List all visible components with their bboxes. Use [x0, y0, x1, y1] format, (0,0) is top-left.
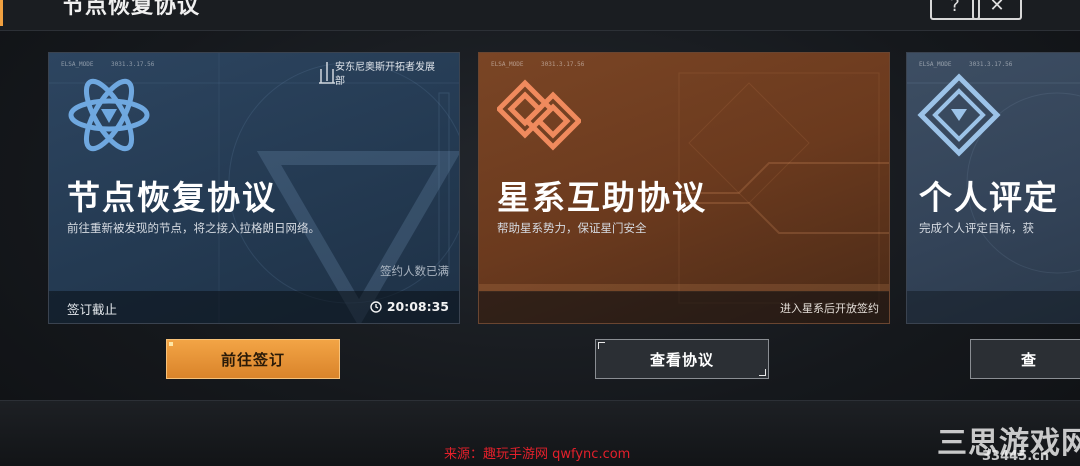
- card-description: 前往重新被发现的节点，将之接入拉格朗日网络。: [67, 221, 320, 235]
- view-protocol-button-partial[interactable]: 查: [970, 339, 1080, 379]
- card-code-label: ELSA_MODE: [919, 61, 952, 68]
- site-url-watermark: 33445.cn: [982, 449, 1050, 464]
- card-title: 节点恢复协议: [67, 178, 277, 217]
- countdown-timer: 20:08:35: [386, 299, 449, 314]
- card-code-label: 3031.3.17.56: [111, 61, 155, 68]
- deadline-label: 签订截止: [67, 302, 118, 317]
- protocol-card-galaxy-mutual-aid[interactable]: ELSA_MODE 3031.3.17.56 星系互助协议 帮助星系势力，保证星…: [478, 52, 890, 324]
- card-code-label: 3031.3.17.56: [541, 61, 585, 68]
- protocol-card-personal-assessment[interactable]: ELSA_MODE 3031.3.17.56 个人评定 完成个人评定目标，获: [906, 52, 1080, 324]
- source-watermark: 来源：趣玩手游网 qwfync.com: [444, 447, 631, 462]
- page-title: 节点恢复协议: [62, 0, 201, 19]
- top-bar: 节点恢复协议 ? ✕: [0, 0, 1080, 31]
- countdown: 20:08:35: [370, 299, 449, 314]
- view-protocol-button-label: 查看协议: [649, 350, 714, 369]
- card-footer: 进入星系后开放签约: [479, 291, 889, 323]
- button-corner-dot: [169, 342, 173, 346]
- go-sign-button-label: 前往签订: [220, 350, 285, 369]
- go-sign-button[interactable]: 前往签订: [166, 339, 340, 379]
- help-icon: ?: [950, 0, 960, 16]
- card-title: 星系互助协议: [497, 178, 707, 217]
- button-corner-mark: [759, 369, 766, 376]
- card-footer: [907, 291, 1080, 323]
- card-description: 完成个人评定目标，获: [919, 221, 1034, 235]
- title-accent-bar: [0, 0, 15, 26]
- partial-button-label: 查: [1021, 350, 1038, 369]
- card-code-label: ELSA_MODE: [61, 61, 94, 68]
- protocol-card-node-recovery[interactable]: ELSA_MODE 3031.3.17.56 安东尼奥斯开拓者发展部 节点恢复协…: [48, 52, 460, 324]
- card-description: 帮助星系势力，保证星门安全: [497, 221, 647, 235]
- close-button[interactable]: ✕: [972, 0, 1022, 20]
- card-title: 个人评定: [919, 178, 1059, 217]
- view-protocol-button[interactable]: 查看协议: [595, 339, 769, 379]
- corp-name: 安东尼奥斯开拓者发展部: [335, 62, 435, 87]
- sign-availability-note: 进入星系后开放签约: [780, 302, 879, 315]
- button-corner-mark: [598, 342, 605, 349]
- diamond-shield-icon: [917, 73, 1001, 157]
- signup-status: 签约人数已满: [380, 264, 449, 278]
- clock-icon: [370, 300, 382, 313]
- card-code-label: ELSA_MODE: [491, 61, 524, 68]
- card-code-label: 3031.3.17.56: [969, 61, 1013, 68]
- atom-triangle-icon: [68, 78, 150, 152]
- card-footer: 签订截止 20:08:35: [49, 291, 459, 323]
- close-icon: ✕: [989, 0, 1005, 16]
- diamond-knot-icon: [497, 79, 581, 151]
- corp-logo-icon: [319, 62, 335, 84]
